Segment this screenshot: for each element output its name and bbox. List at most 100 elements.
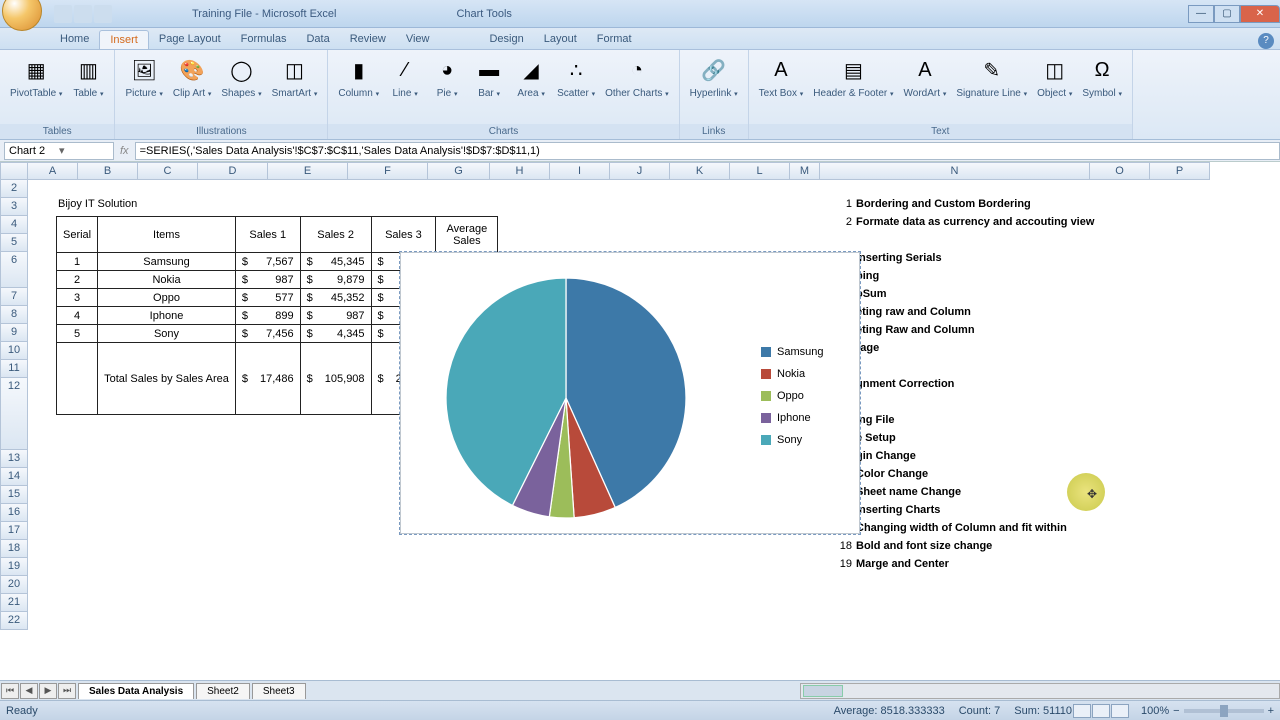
view-page-layout[interactable] [1092, 704, 1110, 718]
help-icon[interactable]: ? [1258, 33, 1274, 49]
col-header-J[interactable]: J [610, 162, 670, 180]
col-header-D[interactable]: D [198, 162, 268, 180]
row-header-9[interactable]: 9 [0, 324, 28, 342]
area-button[interactable]: ◢Area ▾ [511, 52, 551, 124]
sheet-tab-sales-data-analysis[interactable]: Sales Data Analysis [78, 683, 194, 699]
formula-input[interactable]: =SERIES(,'Sales Data Analysis'!$C$7:$C$1… [135, 142, 1280, 160]
pie-chart[interactable]: ✥ SamsungNokiaOppoIphoneSony [400, 252, 860, 534]
save-icon[interactable] [54, 5, 72, 23]
line-button[interactable]: ⁄Line ▾ [385, 52, 425, 124]
row-header-10[interactable]: 10 [0, 342, 28, 360]
wordart-button[interactable]: AWordArt ▾ [900, 52, 951, 124]
row-header-20[interactable]: 20 [0, 576, 28, 594]
row-header-21[interactable]: 21 [0, 594, 28, 612]
smartart-button[interactable]: ◫SmartArt ▾ [268, 52, 322, 124]
tab-page-layout[interactable]: Page Layout [149, 30, 231, 49]
row-header-18[interactable]: 18 [0, 540, 28, 558]
col-header-H[interactable]: H [490, 162, 550, 180]
other-charts-button[interactable]: ◔Other Charts ▾ [601, 52, 673, 124]
zoom-in-icon[interactable]: + [1268, 705, 1274, 717]
tab-view[interactable]: View [396, 30, 440, 49]
bar-button[interactable]: ▬Bar ▾ [469, 52, 509, 124]
col-header-O[interactable]: O [1090, 162, 1150, 180]
tab-design[interactable]: Design [479, 30, 533, 49]
table-button[interactable]: ▥Table ▾ [68, 52, 108, 124]
sheet-nav-first[interactable]: ⏮ [1, 683, 19, 699]
sheet-tab-sheet2[interactable]: Sheet2 [196, 683, 250, 699]
tab-insert[interactable]: Insert [99, 30, 149, 49]
row-header-15[interactable]: 15 [0, 486, 28, 504]
col-header-A[interactable]: A [28, 162, 78, 180]
col-header-K[interactable]: K [670, 162, 730, 180]
col-header-C[interactable]: C [138, 162, 198, 180]
symbol-button[interactable]: ΩSymbol ▾ [1078, 52, 1126, 124]
shapes-button[interactable]: ◯Shapes ▾ [217, 52, 265, 124]
legend-item-iphone[interactable]: Iphone [761, 407, 823, 429]
hyperlink-button[interactable]: 🔗Hyperlink ▾ [686, 52, 742, 124]
pie-button[interactable]: ◕Pie ▾ [427, 52, 467, 124]
row-header-19[interactable]: 19 [0, 558, 28, 576]
row-header-14[interactable]: 14 [0, 468, 28, 486]
header---footer-button[interactable]: ▤Header & Footer ▾ [809, 52, 897, 124]
col-header-N[interactable]: N [820, 162, 1090, 180]
col-header-M[interactable]: M [790, 162, 820, 180]
row-header-4[interactable]: 4 [0, 216, 28, 234]
sheet-nav-next[interactable]: ▶ [39, 683, 57, 699]
tab-format[interactable]: Format [587, 30, 642, 49]
text-box-button[interactable]: AText Box ▾ [755, 52, 808, 124]
scatter-button[interactable]: ∴Scatter ▾ [553, 52, 599, 124]
name-box[interactable]: Chart 2 ▾ [4, 142, 114, 160]
row-header-2[interactable]: 2 [0, 180, 28, 198]
dropdown-icon[interactable]: ▾ [59, 144, 109, 157]
column-button[interactable]: ▮Column ▾ [334, 52, 383, 124]
col-header-I[interactable]: I [550, 162, 610, 180]
select-all-cell[interactable] [0, 162, 28, 180]
tab-data[interactable]: Data [296, 30, 339, 49]
legend-item-oppo[interactable]: Oppo [761, 385, 823, 407]
row-header-11[interactable]: 11 [0, 360, 28, 378]
office-button[interactable] [2, 0, 42, 31]
horizontal-scrollbar[interactable] [800, 683, 1280, 699]
sheet-tab-sheet3[interactable]: Sheet3 [252, 683, 306, 699]
legend-item-samsung[interactable]: Samsung [761, 341, 823, 363]
col-header-P[interactable]: P [1150, 162, 1210, 180]
minimize-button[interactable]: — [1188, 5, 1214, 23]
view-page-break[interactable] [1111, 704, 1129, 718]
zoom-out-icon[interactable]: − [1173, 705, 1179, 717]
sheet-nav-prev[interactable]: ◀ [20, 683, 38, 699]
row-header-12[interactable]: 12 [0, 378, 28, 450]
col-header-F[interactable]: F [348, 162, 428, 180]
close-button[interactable]: ✕ [1240, 5, 1280, 23]
row-header-6[interactable]: 6 [0, 252, 28, 288]
object-button[interactable]: ◫Object ▾ [1033, 52, 1076, 124]
view-normal[interactable] [1073, 704, 1091, 718]
signature-line-button[interactable]: ✎Signature Line ▾ [952, 52, 1031, 124]
pie-plot-area[interactable]: ✥ [441, 273, 691, 523]
clip-art-button[interactable]: 🎨Clip Art ▾ [169, 52, 216, 124]
legend-item-sony[interactable]: Sony [761, 429, 823, 451]
worksheet-grid[interactable]: ABCDEFGHIJKLMNOP 23456789101112131415161… [0, 162, 1280, 642]
tab-formulas[interactable]: Formulas [231, 30, 297, 49]
chart-legend[interactable]: SamsungNokiaOppoIphoneSony [761, 341, 823, 451]
maximize-button[interactable]: ▢ [1214, 5, 1240, 23]
col-header-L[interactable]: L [730, 162, 790, 180]
redo-icon[interactable] [94, 5, 112, 23]
row-header-16[interactable]: 16 [0, 504, 28, 522]
tab-home[interactable]: Home [50, 30, 99, 49]
col-header-B[interactable]: B [78, 162, 138, 180]
pivottable-button[interactable]: ▦PivotTable ▾ [6, 52, 66, 124]
col-header-E[interactable]: E [268, 162, 348, 180]
fx-icon[interactable]: fx [120, 145, 129, 157]
legend-item-nokia[interactable]: Nokia [761, 363, 823, 385]
col-header-G[interactable]: G [428, 162, 490, 180]
row-header-17[interactable]: 17 [0, 522, 28, 540]
row-header-7[interactable]: 7 [0, 288, 28, 306]
row-header-8[interactable]: 8 [0, 306, 28, 324]
row-header-13[interactable]: 13 [0, 450, 28, 468]
row-header-3[interactable]: 3 [0, 198, 28, 216]
tab-review[interactable]: Review [340, 30, 396, 49]
row-header-5[interactable]: 5 [0, 234, 28, 252]
undo-icon[interactable] [74, 5, 92, 23]
row-header-22[interactable]: 22 [0, 612, 28, 630]
tab-layout[interactable]: Layout [534, 30, 587, 49]
